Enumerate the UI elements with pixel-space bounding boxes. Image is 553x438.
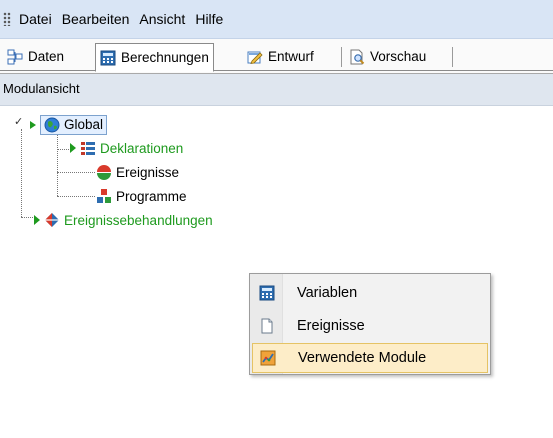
edit-form-icon (247, 49, 263, 65)
modules-icon (260, 350, 276, 366)
tree-connector (57, 196, 95, 197)
menu-ansicht[interactable]: Ansicht (134, 0, 190, 38)
tree-node-label: Global (64, 117, 104, 132)
tree-connector (57, 134, 58, 196)
tree-node-ereignissebehandlungen[interactable]: Ereignissebehandlungen (34, 212, 213, 228)
menu-hilfe[interactable]: Hilfe (190, 0, 228, 38)
document-icon (259, 318, 275, 334)
tree-connector (21, 129, 22, 217)
tree-node-ereignisse[interactable]: Ereignisse (96, 164, 179, 180)
tab-label: Vorschau (370, 49, 427, 64)
calculator-icon (259, 285, 275, 301)
context-menu-item-verwendete-module[interactable]: Verwendete Module (252, 343, 488, 373)
events-icon (96, 164, 112, 180)
programs-icon (96, 188, 112, 204)
tree-connector (57, 172, 95, 173)
declarations-icon (80, 140, 96, 156)
menu-datei[interactable]: Datei (14, 0, 57, 38)
tree-node-label: Programme (116, 188, 187, 204)
data-diagram-icon (7, 49, 23, 65)
tab-label: Entwurf (268, 49, 314, 64)
panel-title: Modulansicht (0, 74, 553, 106)
tree-node-selection: Global (40, 115, 108, 135)
tab-separator (341, 47, 342, 67)
tab-label: Daten (28, 49, 65, 64)
tab-bar: Daten Berechnungen Entwurf Vorschau (0, 39, 553, 74)
tab-daten[interactable]: Daten (3, 44, 68, 69)
expand-arrow-icon[interactable] (34, 215, 40, 225)
tree-connector (21, 217, 35, 218)
tab-berechnungen[interactable]: Berechnungen (95, 43, 214, 72)
tab-baseline (0, 70, 553, 71)
menu-bearbeiten[interactable]: Bearbeiten (57, 0, 135, 38)
tree-node-deklarationen[interactable]: Deklarationen (70, 140, 183, 156)
globe-icon (44, 117, 60, 133)
tab-vorschau[interactable]: Vorschau (345, 44, 430, 69)
tree-connector (57, 149, 71, 150)
toolbar-grip-icon[interactable] (3, 12, 11, 26)
context-menu-label: Ereignisse (297, 318, 365, 334)
collapse-chevron-icon[interactable]: ✓ (14, 115, 23, 128)
expand-arrow-icon[interactable] (70, 143, 76, 153)
tree-node-label: Ereignissebehandlungen (64, 212, 213, 228)
tab-label: Berechnungen (121, 50, 209, 65)
tree-node-programme[interactable]: Programme (96, 188, 187, 204)
tree-node-label: Deklarationen (100, 140, 184, 156)
context-menu-label: Variablen (297, 285, 358, 301)
calculator-icon (100, 50, 116, 66)
event-handlers-icon (44, 212, 60, 228)
preview-icon (349, 49, 365, 65)
expand-arrow-icon[interactable] (30, 121, 36, 129)
context-menu-label: Verwendete Module (298, 350, 427, 366)
context-menu-item-variablen[interactable]: Variablen (252, 278, 488, 308)
tree-node-global[interactable]: Global (30, 115, 108, 135)
context-menu-item-ereignisse[interactable]: Ereignisse (252, 311, 488, 341)
menu-bar: Datei Bearbeiten Ansicht Hilfe (0, 0, 553, 39)
context-menu: Variablen Ereignisse Verwendete Module (249, 273, 491, 375)
tree-node-label: Ereignisse (116, 164, 180, 180)
tab-separator (452, 47, 453, 67)
tab-entwurf[interactable]: Entwurf (243, 44, 318, 69)
